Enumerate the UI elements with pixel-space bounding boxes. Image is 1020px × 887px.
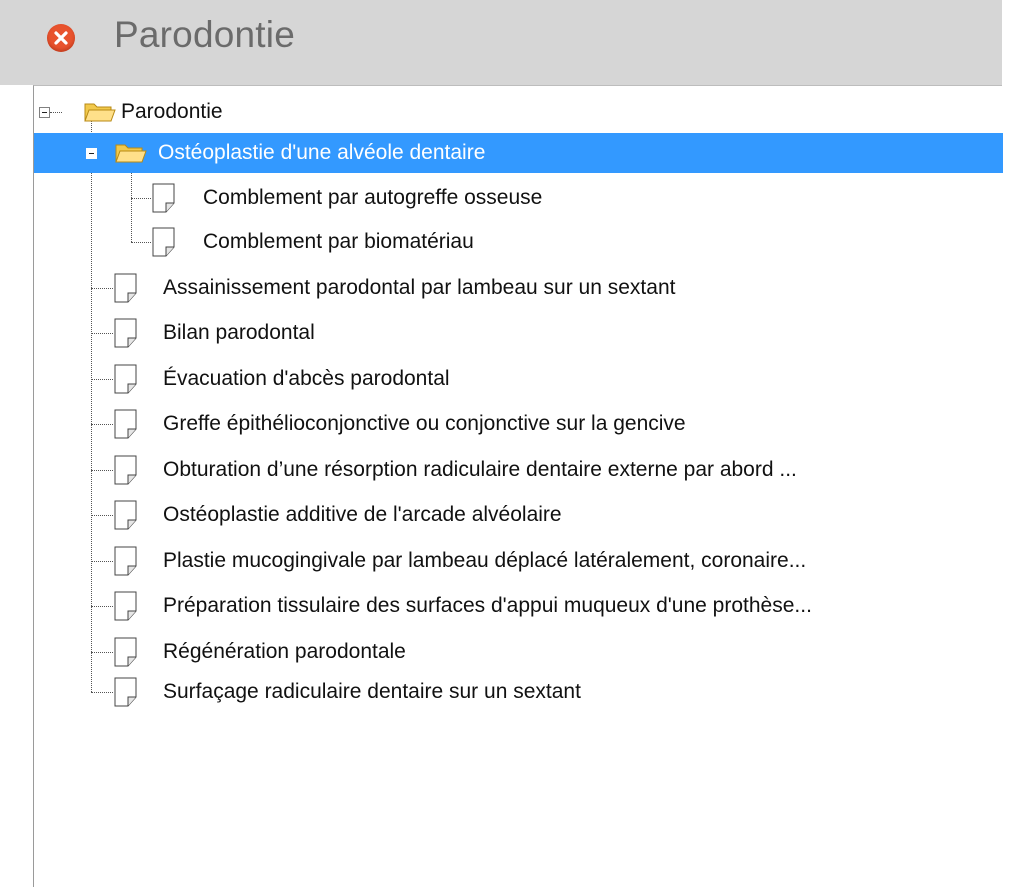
tree-item-row[interactable]: Greffe épithélioconjonctive ou conjoncti… xyxy=(34,404,1003,444)
tree-item-label: Évacuation d'abcès parodontal xyxy=(163,367,450,390)
tree-group-label: Ostéoplastie d'une alvéole dentaire xyxy=(158,141,486,164)
tree-item-row[interactable]: Ostéoplastie additive de l'arcade alvéol… xyxy=(34,495,1003,535)
tree-item-label: Régénération parodontale xyxy=(163,640,406,663)
document-icon xyxy=(114,591,137,621)
folder-open-icon xyxy=(115,144,147,163)
tree-item-label: Ostéoplastie additive de l'arcade alvéol… xyxy=(163,503,562,526)
tree-line xyxy=(50,112,62,113)
tree-item-label: Comblement par autogreffe osseuse xyxy=(203,186,543,209)
tree-line xyxy=(91,652,113,653)
tree-item-row[interactable]: Préparation tissulaire des surfaces d'ap… xyxy=(34,586,1003,626)
document-icon xyxy=(152,183,175,213)
tree-line xyxy=(91,561,113,562)
tree-line xyxy=(91,692,113,693)
document-icon xyxy=(114,677,137,707)
window-title: Parodontie xyxy=(114,14,295,55)
panel-gutter xyxy=(1002,0,1020,887)
tree-group-row[interactable]: Ostéoplastie d'une alvéole dentaire xyxy=(34,133,1003,173)
tree-item-label: Obturation d’une résorption radiculaire … xyxy=(163,458,797,481)
document-icon xyxy=(114,409,137,439)
close-icon[interactable] xyxy=(47,24,75,52)
document-icon xyxy=(114,364,137,394)
tree-item-row[interactable]: Comblement par biomatériau xyxy=(34,222,1003,262)
tree-line xyxy=(91,515,113,516)
document-icon xyxy=(114,273,137,303)
tree-item-label: Assainissement parodontal par lambeau su… xyxy=(163,276,676,299)
document-icon xyxy=(114,546,137,576)
collapse-toggle-icon[interactable] xyxy=(39,107,50,118)
tree-line xyxy=(91,333,113,334)
tree-item-label: Surfaçage radiculaire dentaire sur un se… xyxy=(163,680,581,703)
tree-item-label: Préparation tissulaire des surfaces d'ap… xyxy=(163,594,812,617)
document-icon xyxy=(114,500,137,530)
tree-item-row[interactable]: Plastie mucogingivale par lambeau déplac… xyxy=(34,541,1003,581)
tree-item-row[interactable]: Bilan parodontal xyxy=(34,313,1003,353)
tree-line xyxy=(91,424,113,425)
tree-line xyxy=(91,288,113,289)
tree-item-row[interactable]: Surfaçage radiculaire dentaire sur un se… xyxy=(34,672,1003,712)
tree-root-row[interactable]: Parodontie xyxy=(34,92,1003,132)
tree-root-label: Parodontie xyxy=(121,100,223,123)
document-icon xyxy=(114,455,137,485)
tree-item-row[interactable]: Évacuation d'abcès parodontal xyxy=(34,359,1003,399)
tree-item-label: Bilan parodontal xyxy=(163,321,315,344)
title-bar: Parodontie xyxy=(0,0,1002,85)
folder-open-icon xyxy=(84,103,116,122)
tree-item-label: Comblement par biomatériau xyxy=(203,230,474,253)
tree-item-label: Greffe épithélioconjonctive ou conjoncti… xyxy=(163,412,686,435)
tree-line xyxy=(91,606,113,607)
tree-view[interactable]: Parodontie Ostéoplastie d'une alvéole de… xyxy=(33,85,1003,887)
tree-item-row[interactable]: Assainissement parodontal par lambeau su… xyxy=(34,268,1003,308)
tree-item-label: Plastie mucogingivale par lambeau déplac… xyxy=(163,549,807,572)
tree-item-row[interactable]: Comblement par autogreffe osseuse xyxy=(34,178,1003,218)
collapse-toggle-icon[interactable] xyxy=(86,148,97,159)
document-icon xyxy=(114,637,137,667)
tree-line xyxy=(91,470,113,471)
document-icon xyxy=(152,227,175,257)
tree-item-row[interactable]: Obturation d’une résorption radiculaire … xyxy=(34,450,1003,490)
document-icon xyxy=(114,318,137,348)
tree-line xyxy=(91,379,113,380)
tree-item-row[interactable]: Régénération parodontale xyxy=(34,632,1003,672)
